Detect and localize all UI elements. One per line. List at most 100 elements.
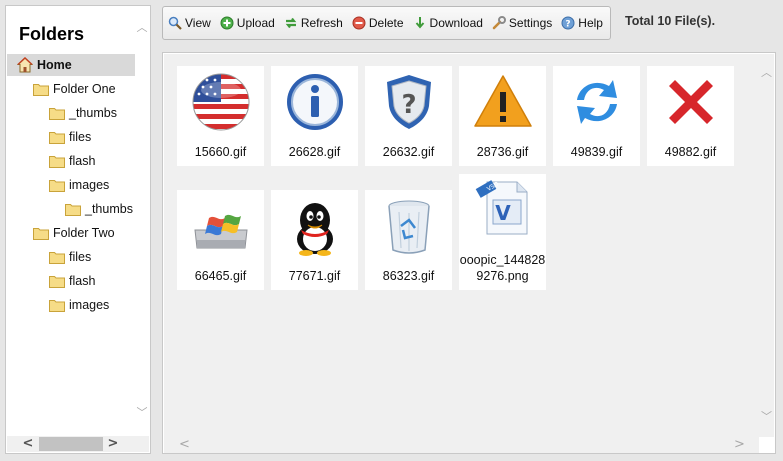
tree-item-label: files [69,250,92,264]
scroll-right-arrow-icon[interactable]: > [734,437,745,453]
file-name: ooopic_1448289276.png [459,253,546,283]
question-shield-icon: ? [387,75,431,129]
tree-item-images[interactable]: images [49,174,109,196]
folder-icon [49,131,65,144]
tree-item-images-thumbs[interactable]: _thumbs [65,198,133,220]
tree-item-label: Folder One [53,82,116,96]
magnifier-icon [168,16,182,30]
tree-item-label: flash [69,154,96,168]
penguin-icon [297,203,333,256]
file-name: 26632.gif [382,145,435,159]
visio-document-icon: VSD V [475,180,528,235]
file-view-panel: 15660.gif 26628.gif ? 26632.gif 28736.gi… [162,52,776,454]
folder-icon [33,227,49,240]
vertical-scrollbar[interactable]: ︿ ﹀ [759,54,774,437]
tree-item-files[interactable]: files [49,246,91,268]
tree-item-flash[interactable]: flash [49,270,95,292]
scroll-right-arrow-icon[interactable]: > [106,436,120,452]
recycle-bin-icon [388,200,430,254]
horizontal-scrollbar[interactable]: < > [164,437,759,453]
folder-icon [49,275,65,288]
tree-item-label: images [69,178,110,192]
file-name: 26628.gif [288,145,341,159]
scroll-down-arrow-icon[interactable]: ﹀ [759,408,774,424]
tree-item-label: files [69,130,92,144]
folder-tree-panel: Folders ︿ ﹀ Home Folder One _thumbs file… [5,5,151,454]
tree-item-folder-two[interactable]: Folder Two [33,222,115,244]
folder-icon [49,179,65,192]
file-name: 77671.gif [288,269,341,283]
refresh-button[interactable]: Refresh [284,16,343,30]
delete-button[interactable]: Delete [352,16,404,30]
tree-item-label: images [69,298,110,312]
refresh-label: Refresh [300,16,343,30]
help-label: Help [578,16,603,30]
windows-drive-icon [194,214,248,249]
view-button[interactable]: View [168,16,211,30]
help-icon: ? [561,16,575,30]
blue-refresh-icon [577,80,617,124]
tree-item-label: Folder Two [53,226,115,240]
scroll-up-arrow-icon[interactable]: ︿ [136,22,148,34]
wrench-icon [492,16,506,30]
file-item[interactable]: ? 26632.gif [365,66,452,166]
scroll-left-arrow-icon[interactable]: < [179,437,190,453]
folder-icon [33,83,49,96]
settings-label: Settings [508,16,553,30]
file-item[interactable]: 49882.gif [647,66,734,166]
file-item[interactable]: 66465.gif [177,190,264,290]
total-files-status: Total 10 File(s). [625,14,716,28]
delete-label: Delete [368,16,404,30]
file-item[interactable]: VSD V ooopic_1448289276.png [459,174,546,290]
tree-item-images[interactable]: images [49,294,109,316]
file-grid: 15660.gif 26628.gif ? 26632.gif 28736.gi… [164,54,759,437]
file-item[interactable]: 86323.gif [365,190,452,290]
help-button[interactable]: ? Help [561,16,603,30]
file-name: 15660.gif [194,145,247,159]
folder-icon [49,155,65,168]
tree-item-folder-one[interactable]: Folder One [33,78,116,100]
svg-text:V: V [495,201,511,225]
tree-item-files[interactable]: files [49,126,91,148]
upload-button[interactable]: Upload [220,16,275,30]
file-item[interactable]: 77671.gif [271,190,358,290]
tree-item-label: Home [37,58,72,72]
file-item[interactable]: 28736.gif [459,66,546,166]
file-name: 66465.gif [194,269,247,283]
tree-item-home[interactable]: Home [7,54,135,76]
scroll-left-arrow-icon[interactable]: < [21,436,35,452]
svg-text:?: ? [401,90,416,120]
file-name: 28736.gif [476,145,529,159]
view-label: View [185,16,211,30]
home-icon [17,57,33,73]
file-name: 49882.gif [664,145,717,159]
download-button[interactable]: Download [413,16,483,30]
file-item[interactable]: 49839.gif [553,66,640,166]
tree-item-label: _thumbs [69,106,117,120]
horizontal-scrollbar[interactable]: < > [7,436,149,452]
refresh-arrows-icon [285,17,297,29]
tree-item-flash[interactable]: flash [49,150,95,172]
download-label: Download [429,16,483,30]
folder-icon [49,251,65,264]
red-x-icon [669,80,713,124]
file-item[interactable]: 15660.gif [177,66,264,166]
us-flag-icon [192,73,250,131]
folder-icon [49,107,65,120]
delete-minus-icon [352,16,366,30]
scroll-up-arrow-icon[interactable]: ︿ [759,64,774,80]
settings-button[interactable]: Settings [492,16,552,30]
upload-label: Upload [236,16,275,30]
scroll-down-arrow-icon[interactable]: ﹀ [136,407,148,419]
upload-plus-icon [220,16,234,30]
svg-text:?: ? [566,20,571,30]
tree-item-label: _thumbs [85,202,133,216]
folder-icon [65,203,81,216]
file-item[interactable]: 26628.gif [271,66,358,166]
info-icon [287,74,343,130]
scrollbar-thumb[interactable] [39,437,103,451]
tree-item-label: flash [69,274,96,288]
folder-icon [49,299,65,312]
tree-item-thumbs[interactable]: _thumbs [49,102,117,124]
file-name: 86323.gif [382,269,435,283]
